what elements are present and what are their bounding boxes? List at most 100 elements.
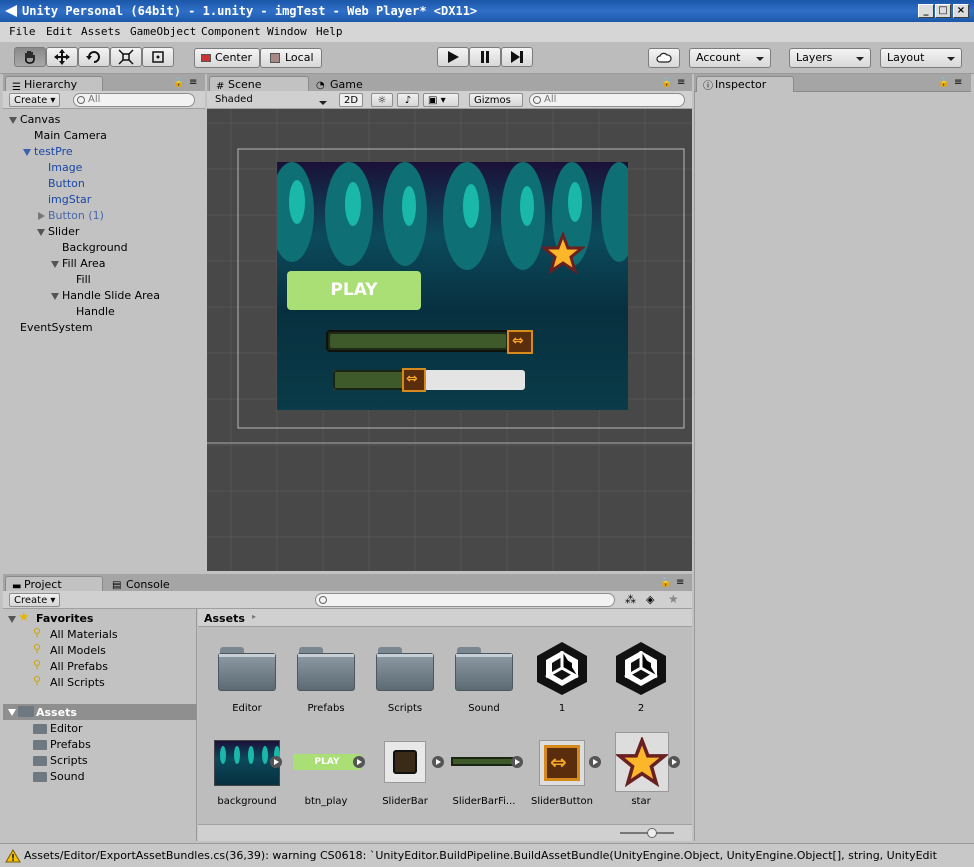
hierarchy-search-input[interactable]: All — [73, 93, 195, 107]
close-button[interactable]: × — [953, 4, 969, 18]
star-icon[interactable] — [541, 232, 585, 276]
icon-size-slider-thumb[interactable] — [647, 828, 657, 838]
unity-scene-icon[interactable] — [612, 639, 670, 697]
menu-file[interactable]: File — [9, 25, 36, 38]
rect-tool-button[interactable] — [142, 47, 174, 67]
favorites-header[interactable]: Favorites — [36, 612, 93, 625]
shading-mode-dropdown[interactable]: Shaded — [211, 93, 333, 107]
project-create-button[interactable]: Create ▾ — [9, 593, 61, 607]
slider-2-handle[interactable]: ⇔ — [402, 368, 426, 392]
lock-icon[interactable]: 🔒 — [173, 78, 184, 88]
layout-dropdown[interactable]: Layout — [880, 48, 962, 68]
account-dropdown[interactable]: Account — [689, 48, 771, 68]
tree-folder-prefabs[interactable]: Prefabs — [50, 738, 91, 751]
play-button[interactable] — [437, 47, 469, 67]
expand-arrow-icon[interactable] — [37, 229, 45, 236]
hierarchy-item-slider[interactable]: Slider — [48, 225, 79, 238]
game-background-image[interactable]: PLAY ⇔ ⇔ — [277, 162, 628, 410]
2d-toggle[interactable]: 2D — [339, 93, 363, 107]
lock-icon[interactable]: 🔒 — [660, 578, 671, 588]
asset-folder-editor-icon[interactable] — [218, 647, 276, 691]
hand-tool-button[interactable] — [14, 47, 46, 67]
collapse-arrow-icon[interactable] — [38, 212, 45, 220]
unity-scene-icon[interactable] — [533, 639, 591, 697]
breadcrumb-assets[interactable]: Assets — [204, 612, 245, 625]
hierarchy-create-button[interactable]: Create ▾ — [9, 93, 61, 107]
expand-arrow-icon[interactable] — [8, 616, 16, 623]
panel-menu-icon[interactable]: ≡ — [677, 77, 685, 88]
menu-window[interactable]: Window — [267, 25, 307, 38]
expand-sprite-button[interactable] — [270, 756, 282, 768]
hierarchy-item-testpre[interactable]: testPre — [34, 145, 73, 158]
expand-arrow-icon[interactable] — [51, 261, 59, 268]
effects-toggle[interactable]: ▣ ▾ — [423, 93, 459, 107]
hierarchy-item-fill-area[interactable]: Fill Area — [62, 257, 106, 270]
tag-icon[interactable]: ◈ — [646, 593, 654, 606]
pivot-center-button[interactable]: Center — [194, 48, 260, 68]
asset-thumb-sliderbutton[interactable]: ⇔ — [539, 740, 585, 786]
hierarchy-item-main-camera[interactable]: Main Camera — [34, 129, 107, 142]
scene-viewport[interactable]: PLAY ⇔ ⇔ — [207, 109, 692, 571]
tree-folder-sound[interactable]: Sound — [50, 770, 85, 783]
expand-arrow-icon[interactable] — [9, 117, 17, 124]
pivot-local-button[interactable]: Local — [260, 48, 322, 68]
tab-inspector[interactable]: ⓘ Inspector — [696, 76, 794, 93]
hierarchy-item-button-1[interactable]: Button (1) — [48, 209, 104, 222]
hierarchy-item-eventsystem[interactable]: EventSystem — [20, 321, 93, 334]
hierarchy-item-imgstar[interactable]: imgStar — [48, 193, 91, 206]
expand-arrow-icon[interactable] — [51, 293, 59, 300]
minimize-button[interactable]: _ — [918, 4, 934, 18]
slider-bar[interactable] — [326, 330, 516, 352]
asset-thumb-btn-play[interactable]: PLAY — [293, 754, 361, 770]
tree-folder-scripts[interactable]: Scripts — [50, 754, 88, 767]
cloud-button[interactable] — [648, 48, 680, 68]
hierarchy-item-fill[interactable]: Fill — [76, 273, 91, 286]
pause-button[interactable] — [469, 47, 501, 67]
slider-2-background[interactable] — [333, 370, 525, 390]
status-bar[interactable]: Assets/Editor/ExportAssetBundles.cs(36,3… — [0, 843, 974, 867]
hierarchy-item-image[interactable]: Image — [48, 161, 82, 174]
rotate-tool-button[interactable] — [78, 47, 110, 67]
hierarchy-item-background[interactable]: Background — [62, 241, 128, 254]
project-search-input[interactable] — [315, 593, 615, 607]
scene-search-input[interactable]: All — [529, 93, 685, 107]
assets-tree-root[interactable]: Assets — [36, 706, 77, 719]
expand-sprite-button[interactable] — [511, 756, 523, 768]
menu-gameobject[interactable]: GameObject — [130, 25, 196, 38]
expand-sprite-button[interactable] — [353, 756, 365, 768]
play-button-sprite[interactable]: PLAY — [287, 271, 421, 310]
favorite-all-prefabs[interactable]: All Prefabs — [50, 660, 108, 673]
lock-icon[interactable]: 🔒 — [938, 78, 949, 88]
asset-thumb-star[interactable] — [615, 732, 669, 792]
audio-toggle[interactable]: ♪ — [397, 93, 419, 107]
hierarchy-item-handle[interactable]: Handle — [76, 305, 115, 318]
panel-menu-icon[interactable]: ≡ — [676, 577, 684, 588]
asset-folder-sound-icon[interactable] — [455, 647, 513, 691]
step-button[interactable] — [501, 47, 533, 67]
slider-handle[interactable]: ⇔ — [507, 330, 533, 354]
hierarchy-item-button[interactable]: Button — [48, 177, 85, 190]
move-tool-button[interactable] — [46, 47, 78, 67]
scale-tool-button[interactable] — [110, 47, 142, 67]
filter-type-icon[interactable]: ⁂ — [625, 593, 636, 606]
lighting-toggle[interactable]: ☼ — [371, 93, 393, 107]
layers-dropdown[interactable]: Layers — [789, 48, 871, 68]
menu-assets[interactable]: Assets — [81, 25, 121, 38]
expand-sprite-button[interactable] — [668, 756, 680, 768]
lock-icon[interactable]: 🔒 — [661, 78, 672, 88]
panel-menu-icon[interactable]: ≡ — [189, 77, 197, 88]
asset-folder-prefabs-icon[interactable] — [297, 647, 355, 691]
expand-sprite-button[interactable] — [432, 756, 444, 768]
menu-component[interactable]: Component — [201, 25, 261, 38]
panel-menu-icon[interactable]: ≡ — [954, 77, 962, 88]
expand-sprite-button[interactable] — [589, 756, 601, 768]
asset-thumb-sliderbarfill[interactable] — [451, 757, 515, 766]
favorite-all-models[interactable]: All Models — [50, 644, 106, 657]
expand-arrow-icon[interactable] — [8, 709, 16, 716]
hierarchy-item-canvas[interactable]: Canvas — [20, 113, 60, 126]
favorite-all-scripts[interactable]: All Scripts — [50, 676, 105, 689]
expand-arrow-icon[interactable] — [23, 149, 31, 156]
menu-edit[interactable]: Edit — [46, 25, 73, 38]
tree-folder-editor[interactable]: Editor — [50, 722, 83, 735]
menu-help[interactable]: Help — [316, 25, 343, 38]
